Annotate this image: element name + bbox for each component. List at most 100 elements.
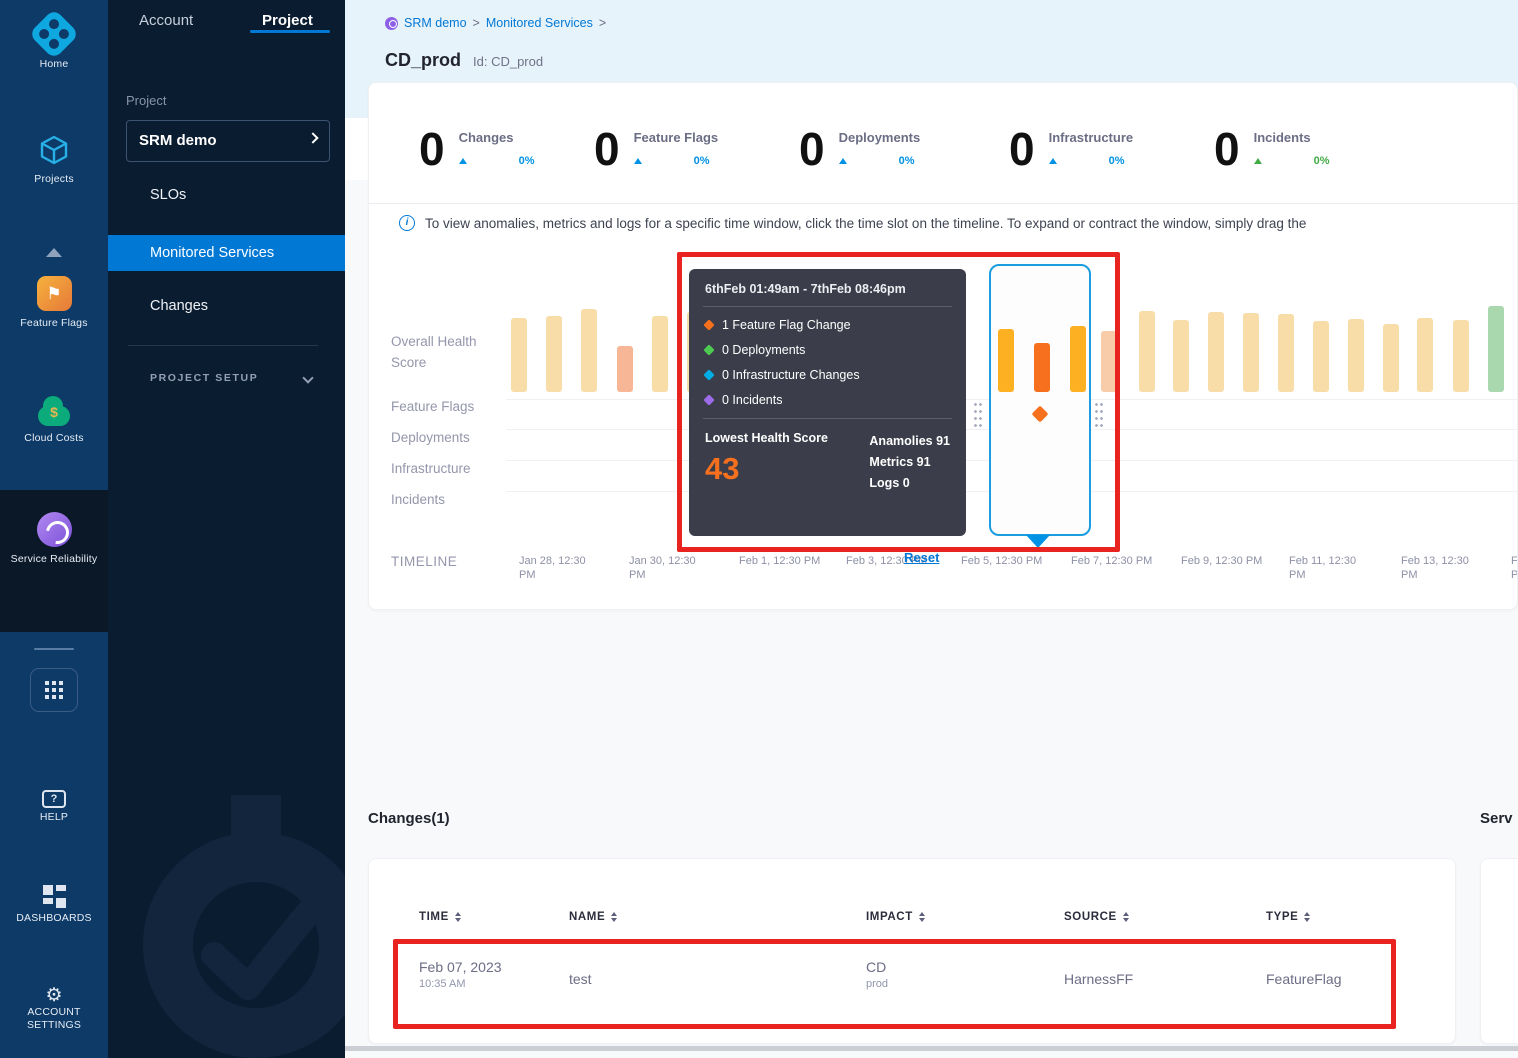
impact-value: CD	[866, 959, 888, 975]
lowest-health-score-label: Lowest Health Score	[705, 431, 828, 445]
project-selector[interactable]: SRM demo	[126, 120, 330, 162]
tooltip-item-incidents: 0 Incidents	[705, 393, 950, 407]
timeline-date-label: Feb 11, 12:30PM	[1289, 554, 1356, 582]
divider	[369, 203, 1518, 204]
stat-percent: 0%	[1109, 155, 1125, 167]
scroll-up-icon[interactable]	[46, 248, 62, 257]
tooltip-item-feature-flag: 1 Feature Flag Change	[705, 318, 950, 332]
stat-value: 0	[594, 123, 620, 175]
module-sidebar: Home Projects ⚑ Feature Flags $ Cloud Co…	[0, 0, 108, 1058]
timeline-bar[interactable]	[1417, 318, 1433, 392]
sidebar-item-account-settings[interactable]: ⚙ ACCOUNT SETTINGS	[0, 986, 108, 1032]
scrollbar-track[interactable]	[345, 1046, 1518, 1051]
module-picker-button[interactable]	[0, 668, 108, 712]
sidebar-item-label: Service Reliability	[0, 553, 108, 566]
cube-icon	[0, 133, 108, 167]
timeline-bar[interactable]	[546, 316, 562, 392]
breadcrumb-link-project[interactable]: SRM demo	[404, 16, 467, 30]
timeline-bar[interactable]	[998, 329, 1014, 392]
timeline-bar[interactable]	[511, 318, 527, 392]
tooltip-item-label: 1 Feature Flag Change	[722, 318, 851, 332]
app-window: Home Projects ⚑ Feature Flags $ Cloud Co…	[0, 0, 1518, 1058]
nav-item-monitored-services[interactable]: Monitored Services	[108, 235, 345, 271]
nav-item-changes[interactable]: Changes	[108, 288, 345, 324]
stat-label: Infrastructure	[1049, 130, 1134, 145]
nav-divider	[128, 345, 318, 346]
sidebar-item-feature-flags[interactable]: ⚑ Feature Flags	[0, 276, 108, 330]
project-setup-toggle[interactable]: PROJECT SETUP	[150, 372, 258, 384]
sidebar-item-home[interactable]: Home	[0, 16, 108, 71]
timeline-date-label: Feb 13, 12:30PM	[1401, 554, 1469, 582]
timeline-bar[interactable]	[1348, 319, 1364, 392]
timeline-tooltip: 6thFeb 01:49am - 7thFeb 08:46pm 1 Featur…	[689, 269, 966, 536]
service-id: Id: CD_prod	[473, 54, 543, 69]
nav-item-slos[interactable]: SLOs	[108, 177, 345, 213]
time-sub-value: 10:35 AM	[419, 978, 502, 990]
sidebar-item-label: ACCOUNT SETTINGS	[0, 1006, 108, 1032]
timeline-selection-window[interactable]	[989, 264, 1091, 536]
reset-link[interactable]: Reset	[904, 550, 939, 565]
green-diamond-icon	[703, 344, 714, 355]
sidebar-item-dashboards[interactable]: DASHBOARDS	[0, 885, 108, 925]
stat-feature-flags: 0 Feature Flags 0%	[594, 123, 718, 175]
timeline-bar[interactable]	[581, 309, 597, 392]
breadcrumb-link-monitored-services[interactable]: Monitored Services	[486, 16, 593, 30]
blue-diamond-icon	[703, 369, 714, 380]
timeline-bar[interactable]	[1208, 312, 1224, 392]
timeline-bar[interactable]	[1139, 311, 1155, 392]
tooltip-metrics: Metrics 91	[869, 452, 950, 473]
selection-pointer-icon	[1026, 535, 1050, 548]
stat-percent: 0%	[899, 155, 915, 167]
timeline-bar[interactable]	[1488, 306, 1504, 392]
sort-icon	[455, 912, 461, 922]
selection-drag-handle-left[interactable]	[973, 401, 983, 428]
sidebar-item-label: HELP	[0, 811, 108, 824]
sidebar-item-label: Home	[0, 58, 108, 71]
timeline-bar[interactable]	[1243, 313, 1259, 392]
column-header-name[interactable]: NAME	[569, 911, 617, 923]
stat-changes: 0 Changes 0%	[419, 123, 535, 175]
timeline-bar[interactable]	[1313, 321, 1329, 392]
chat-icon: ?	[42, 790, 66, 808]
chevron-down-icon	[302, 372, 313, 383]
project-section-label: Project	[126, 93, 166, 108]
timeline-bar[interactable]	[652, 316, 668, 392]
column-header-impact[interactable]: IMPACT	[866, 911, 925, 923]
timeline-date-label: Feb 5, 12:30 PM	[961, 554, 1042, 568]
sidebar-item-cloud-costs[interactable]: $ Cloud Costs	[0, 400, 108, 445]
tab-account[interactable]: Account	[139, 12, 193, 29]
timeline-bar[interactable]	[1034, 343, 1050, 392]
tooltip-item-label: 0 Incidents	[722, 393, 782, 407]
sidebar-item-projects[interactable]: Projects	[0, 133, 108, 186]
column-header-source[interactable]: SOURCE	[1064, 911, 1129, 923]
sidebar-item-service-reliability[interactable]: Service Reliability	[0, 512, 108, 566]
impact-sub-value: prod	[866, 978, 888, 990]
changes-heading: Changes(1)	[368, 810, 450, 827]
column-header-type[interactable]: TYPE	[1266, 911, 1310, 923]
tab-project[interactable]: Project	[262, 12, 313, 29]
timeline-bar[interactable]	[1278, 314, 1294, 392]
sidebar-item-label: Feature Flags	[0, 317, 108, 330]
column-header-time[interactable]: TIME	[419, 911, 461, 923]
sidebar-item-label: DASHBOARDS	[0, 912, 108, 925]
info-icon: i	[399, 215, 415, 231]
info-banner: i To view anomalies, metrics and logs fo…	[399, 215, 1509, 231]
harness-logo-icon	[0, 16, 108, 52]
sort-icon	[1304, 912, 1310, 922]
stat-incidents: 0 Incidents 0%	[1214, 123, 1330, 175]
srm-watermark	[126, 795, 345, 1058]
tooltip-item-label: 0 Infrastructure Changes	[722, 368, 860, 382]
sort-icon	[1123, 912, 1129, 922]
sidebar-item-help[interactable]: ? HELP	[0, 790, 108, 824]
service-dependency-card	[1480, 858, 1518, 1044]
timeline-bar[interactable]	[1173, 320, 1189, 392]
timeline-bar[interactable]	[1453, 320, 1469, 392]
page-title: CD_prod	[385, 50, 461, 71]
row-label-health: Overall Health Score	[391, 331, 506, 373]
srm-module-icon	[385, 17, 398, 30]
timeline-bar[interactable]	[1101, 331, 1117, 392]
timeline-bar[interactable]	[1383, 324, 1399, 392]
timeline-bar[interactable]	[617, 346, 633, 392]
selection-drag-handle-right[interactable]	[1094, 401, 1104, 428]
timeline-bar[interactable]	[1070, 326, 1086, 392]
